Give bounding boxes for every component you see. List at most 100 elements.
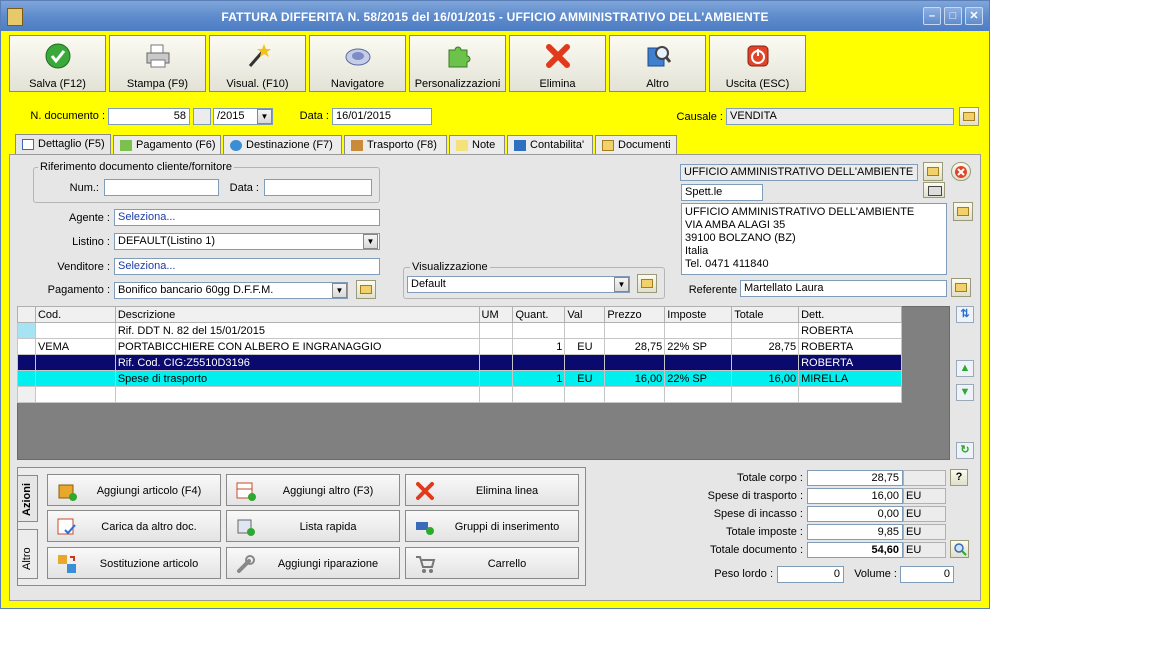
cell-val[interactable] <box>564 386 606 403</box>
move-down-icon[interactable]: ▼ <box>956 384 974 401</box>
col-header[interactable]: Totale <box>731 306 800 323</box>
cell-cod[interactable] <box>34 370 116 387</box>
cell-desc[interactable]: PORTABICCHIERE CON ALBERO E INGRANAGGIO <box>114 338 480 355</box>
cell-um[interactable] <box>478 354 514 371</box>
row-selector[interactable] <box>17 338 36 355</box>
col-header[interactable]: Descrizione <box>114 306 480 323</box>
refresh-icon[interactable]: ↻ <box>956 442 974 459</box>
referent-browse-button[interactable] <box>951 278 971 297</box>
table-row[interactable]: Rif. DDT N. 82 del 15/01/2015 ROBERTA <box>17 322 902 339</box>
view-select[interactable]: Default <box>407 276 630 293</box>
cell-desc[interactable]: Rif. DDT N. 82 del 15/01/2015 <box>114 322 480 339</box>
cell-totale[interactable] <box>731 386 800 403</box>
cell-prezzo[interactable] <box>604 354 666 371</box>
seller-field[interactable]: Seleziona... <box>114 258 380 275</box>
tab-trasporto[interactable]: Trasporto (F8) <box>344 135 447 155</box>
customer-clear-button[interactable] <box>951 162 971 181</box>
cell-val[interactable]: EU <box>564 338 606 355</box>
address-browse-button[interactable] <box>953 202 973 221</box>
col-header[interactable]: Prezzo <box>604 306 666 323</box>
causale-field[interactable]: VENDITA <box>726 108 954 125</box>
tab-documenti[interactable]: Documenti <box>595 135 677 155</box>
delete-button[interactable]: Elimina <box>509 35 606 92</box>
add-article-button[interactable]: Aggiungi articolo (F4) <box>47 474 221 506</box>
cell-totale[interactable]: 16,00 <box>731 370 800 387</box>
customer-browse-button[interactable] <box>923 162 943 181</box>
cell-qty[interactable] <box>512 354 566 371</box>
payment-select[interactable]: Bonifico bancario 60gg D.F.F.M. <box>114 282 348 299</box>
cell-cod[interactable] <box>34 322 116 339</box>
exit-button[interactable]: Uscita (ESC) <box>709 35 806 92</box>
customize-button[interactable]: Personalizzazioni <box>409 35 506 92</box>
chevron-down-icon[interactable]: ▼ <box>363 234 378 249</box>
customer-address-box[interactable]: UFFICIO AMMINISTRATIVO DELL'AMBIENTE VIA… <box>681 203 947 275</box>
cell-cod[interactable]: VEMA <box>34 338 116 355</box>
row-selector[interactable] <box>17 370 36 387</box>
table-row[interactable] <box>17 386 902 403</box>
cell-desc[interactable] <box>114 386 480 403</box>
payment-browse-button[interactable] <box>356 280 376 299</box>
col-header[interactable]: UM <box>478 306 514 323</box>
tab-contabilita[interactable]: Contabilita' <box>507 135 593 155</box>
tab-dettaglio[interactable]: Dettaglio (F5) <box>15 134 111 155</box>
cell-dett[interactable]: ROBERTA <box>798 322 902 339</box>
row-selector[interactable] <box>17 322 36 339</box>
cell-qty[interactable] <box>512 386 566 403</box>
load-from-doc-button[interactable]: Carica da altro doc. <box>47 510 221 542</box>
cell-prezzo[interactable]: 16,00 <box>604 370 666 387</box>
referent-field[interactable]: Martellato Laura <box>740 280 947 297</box>
cell-dett[interactable] <box>798 386 902 403</box>
row-selector[interactable] <box>17 386 36 403</box>
col-header[interactable]: Dett. <box>798 306 902 323</box>
preview-button[interactable]: Visual. (F10) <box>209 35 306 92</box>
cell-cod[interactable] <box>34 354 116 371</box>
ndoc-extra-field[interactable] <box>193 108 211 125</box>
cell-qty[interactable]: 1 <box>512 338 566 355</box>
tab-note[interactable]: Note <box>449 135 505 155</box>
col-header[interactable]: Imposte <box>664 306 733 323</box>
chevron-down-icon[interactable]: ▼ <box>257 109 272 124</box>
insert-groups-button[interactable]: Gruppi di inserimento <box>405 510 579 542</box>
print-button[interactable]: Stampa (F9) <box>109 35 206 92</box>
help-button[interactable]: ? <box>950 469 968 486</box>
tab-azioni[interactable]: Azioni <box>17 475 38 522</box>
cell-um[interactable] <box>478 338 514 355</box>
cell-um[interactable] <box>478 386 514 403</box>
table-row-selected[interactable]: Rif. Cod. CIG:Z5510D3196 ROBERTA <box>17 354 902 371</box>
replace-article-button[interactable]: Sostituzione articolo <box>47 547 221 579</box>
add-other-button[interactable]: Aggiungi altro (F3) <box>226 474 400 506</box>
move-up-icon[interactable]: ▲ <box>956 360 974 377</box>
tab-pagamento[interactable]: Pagamento (F6) <box>113 135 221 155</box>
swap-rows-icon[interactable]: ⇅ <box>956 306 974 323</box>
maximize-button[interactable]: □ <box>944 7 962 25</box>
cell-imposte[interactable] <box>664 322 733 339</box>
zoom-total-button[interactable] <box>950 540 969 558</box>
cell-um[interactable] <box>478 370 514 387</box>
cell-um[interactable] <box>478 322 514 339</box>
cell-desc[interactable]: Spese di trasporto <box>114 370 480 387</box>
ref-date-input[interactable] <box>264 179 372 196</box>
col-header[interactable]: Quant. <box>512 306 566 323</box>
agent-field[interactable]: Seleziona... <box>114 209 380 226</box>
col-header[interactable]: Cod. <box>34 306 116 323</box>
cell-prezzo[interactable]: 28,75 <box>604 338 666 355</box>
cell-cod[interactable] <box>34 386 116 403</box>
date-input[interactable]: 16/01/2015 <box>332 108 432 125</box>
chevron-down-icon[interactable]: ▼ <box>614 277 629 292</box>
navigator-button[interactable]: Navigatore <box>309 35 406 92</box>
cell-desc[interactable]: Rif. Cod. CIG:Z5510D3196 <box>114 354 480 371</box>
invoice-lines-table[interactable]: Cod. Descrizione UM Quant. Val Prezzo Im… <box>17 306 902 403</box>
close-window-button[interactable]: ✕ <box>965 7 983 25</box>
cell-imposte[interactable]: 22% SP <box>664 338 733 355</box>
cell-dett[interactable]: ROBERTA <box>798 338 902 355</box>
cart-button[interactable]: Carrello <box>405 547 579 579</box>
cell-dett[interactable]: MIRELLA <box>798 370 902 387</box>
salutation-field[interactable]: Spett.le <box>681 184 763 201</box>
table-row-highlighted[interactable]: Spese di trasporto 1 EU 16,00 22% SP 16,… <box>17 370 902 387</box>
view-browse-button[interactable] <box>637 274 657 293</box>
minimize-button[interactable]: – <box>923 7 941 25</box>
tab-altro[interactable]: Altro <box>17 529 38 579</box>
add-repair-button[interactable]: Aggiungi riparazione <box>226 547 400 579</box>
causale-browse-button[interactable] <box>959 107 979 126</box>
cell-val[interactable] <box>564 354 606 371</box>
